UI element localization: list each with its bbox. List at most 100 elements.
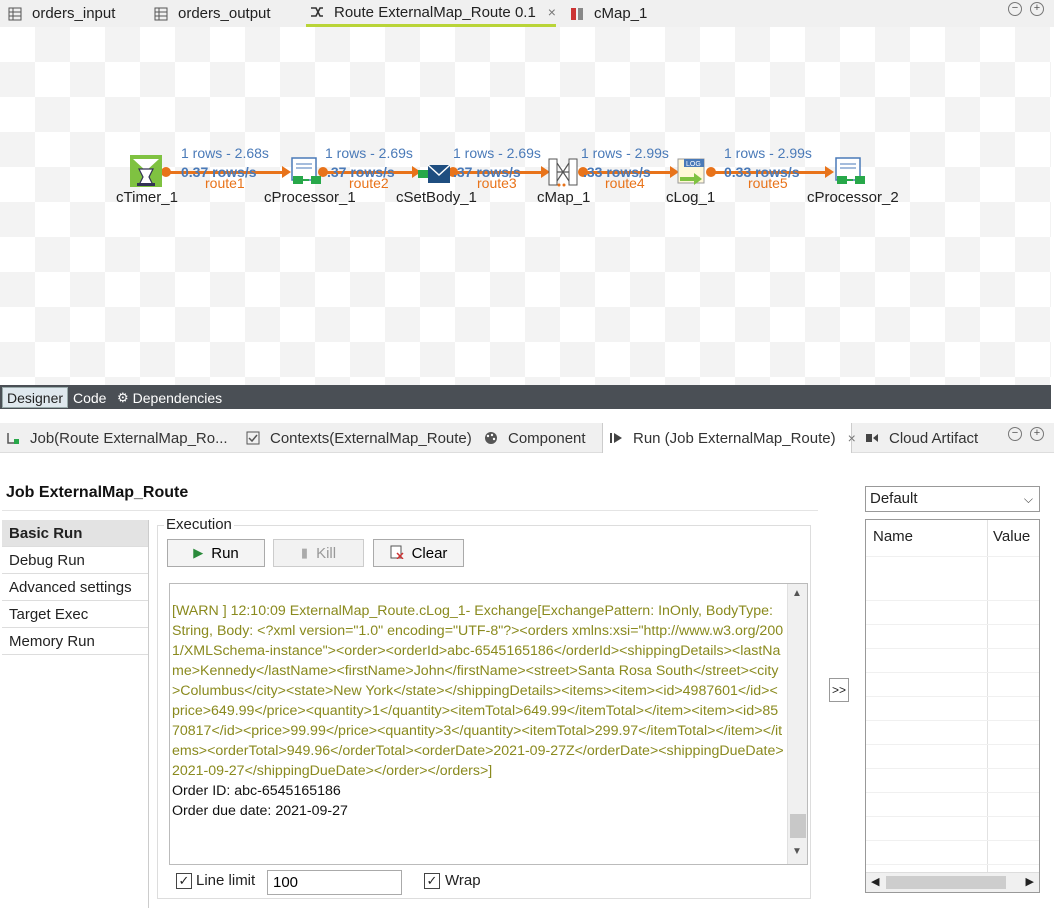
line-limit-checkbox[interactable]: ✓: [176, 873, 192, 889]
scroll-left-icon[interactable]: ◀: [871, 875, 879, 888]
maximize-icon[interactable]: +: [1030, 2, 1044, 16]
table-row: [866, 792, 1039, 793]
close-icon[interactable]: ×: [848, 430, 856, 446]
tab-label: Contexts(ExternalMap_Route): [270, 429, 472, 447]
tab-cloud-artifact[interactable]: Cloud Artifact: [865, 423, 978, 453]
kill-button[interactable]: ▮ Kill: [273, 539, 364, 567]
table-row: [866, 840, 1039, 841]
flow-rows-stat: 1 rows - 2.69s: [325, 145, 413, 161]
node-cprocessor-1[interactable]: [291, 157, 323, 191]
node-cmap[interactable]: [547, 157, 579, 193]
wrap-checkbox[interactable]: ✓: [424, 873, 440, 889]
scroll-right-icon[interactable]: ▶: [1026, 875, 1034, 888]
title-divider: [2, 510, 818, 511]
clear-button[interactable]: Clear: [373, 539, 464, 567]
close-icon[interactable]: ×: [548, 4, 556, 20]
designer-canvas[interactable]: 1 rows - 2.68s 0.37 rows/s route1 1 rows…: [0, 27, 1051, 385]
column-header-value[interactable]: Value: [993, 528, 1030, 545]
log-icon: LOG: [677, 158, 705, 185]
gear-icon: ⚙: [117, 389, 129, 405]
flow-rows-stat: 1 rows - 2.99s: [724, 145, 812, 161]
cloud-icon: [865, 431, 879, 445]
execution-label: Execution: [164, 516, 234, 533]
tab-run[interactable]: Run (Job ExternalMap_Route) ×: [602, 423, 856, 453]
scroll-down-icon[interactable]: ▼: [792, 846, 802, 857]
job-icon: [6, 431, 20, 445]
tab-contexts[interactable]: Contexts(ExternalMap_Route): [246, 423, 472, 453]
maximize-icon[interactable]: +: [1030, 427, 1044, 441]
clear-icon: [390, 545, 404, 562]
route-icon: [310, 5, 324, 19]
view-tab-bar: Job(Route ExternalMap_Ro... Contexts(Ext…: [0, 423, 1054, 453]
map-icon: [570, 7, 584, 21]
button-label: Run: [211, 544, 239, 562]
tab-job[interactable]: Job(Route ExternalMap_Ro...: [6, 423, 228, 453]
console-text: [WARN ] 12:10:09 ExternalMap_Route.cLog_…: [172, 601, 784, 821]
column-divider: [987, 520, 988, 875]
node-label: cProcessor_2: [807, 189, 899, 206]
editor-tab-label: Route ExternalMap_Route 0.1: [334, 3, 536, 21]
editor-tab-label: orders_input: [32, 5, 116, 22]
table-row: [866, 556, 1039, 557]
console-output[interactable]: [WARN ] 12:10:09 ExternalMap_Route.cLog_…: [169, 583, 808, 865]
tab-dependencies[interactable]: ⚙ Dependencies: [113, 387, 226, 408]
processor-icon: [291, 157, 321, 184]
menu-target-exec[interactable]: Target Exec: [2, 601, 148, 628]
wrap-label: Wrap: [445, 872, 481, 889]
console-order-id: Order ID: abc-6545165186: [172, 783, 341, 799]
run-button[interactable]: ▶ Run: [167, 539, 265, 567]
editor-tab-orders-output[interactable]: orders_output: [154, 0, 271, 27]
route-label: route5: [748, 175, 788, 191]
table-row: [866, 600, 1039, 601]
table-row: [866, 624, 1039, 625]
column-header-name[interactable]: Name: [873, 528, 913, 545]
console-warn-line: [WARN ] 12:10:09 ExternalMap_Route.cLog_…: [172, 603, 784, 779]
tab-designer[interactable]: Designer: [2, 387, 69, 408]
flow-arrow: [825, 166, 834, 178]
route-label: route3: [477, 175, 517, 191]
menu-advanced-settings[interactable]: Advanced settings: [2, 574, 148, 601]
scroll-up-icon[interactable]: ▲: [792, 588, 802, 599]
context-hscrollbar[interactable]: ◀ ▶: [866, 872, 1039, 892]
table-row: [866, 696, 1039, 697]
route-label: route1: [205, 175, 245, 191]
node-cprocessor-2[interactable]: [835, 157, 867, 191]
envelope-icon: [418, 164, 451, 183]
job-title: Job ExternalMap_Route: [6, 484, 189, 501]
tab-component[interactable]: Component: [484, 423, 586, 453]
processor-icon: [835, 157, 865, 184]
menu-debug-run[interactable]: Debug Run: [2, 547, 148, 574]
table-row: [866, 864, 1039, 865]
svg-text:LOG: LOG: [686, 161, 701, 168]
node-clog[interactable]: LOG: [676, 157, 708, 191]
node-label: cMap_1: [537, 189, 591, 206]
editor-tab-route[interactable]: Route ExternalMap_Route 0.1 ×: [306, 0, 556, 27]
context-table[interactable]: Name Value ◀ ▶: [865, 519, 1040, 893]
checklist-icon: [246, 431, 260, 445]
node-label: cLog_1: [666, 189, 716, 206]
menu-basic-run[interactable]: Basic Run: [2, 520, 148, 547]
context-select[interactable]: Default ⌵: [865, 486, 1040, 512]
tab-label: Run (Job ExternalMap_Route): [633, 429, 836, 447]
scroll-thumb[interactable]: [886, 876, 1006, 889]
line-limit-input[interactable]: [267, 870, 402, 895]
minimize-icon[interactable]: −: [1008, 2, 1022, 16]
editor-tab-orders-input[interactable]: orders_input: [8, 0, 115, 27]
designer-tab-bar: Designer Code ⚙ Dependencies: [0, 385, 1051, 409]
tab-code[interactable]: Code: [69, 387, 110, 408]
node-ctimer[interactable]: [130, 155, 162, 191]
stop-icon: ▮: [300, 545, 309, 560]
context-select-value: Default: [870, 490, 918, 507]
tab-label: Component: [508, 429, 586, 447]
flow-rows-stat: 1 rows - 2.69s: [453, 145, 541, 161]
editor-tab-cmap[interactable]: cMap_1: [570, 0, 647, 27]
button-label: Kill: [316, 544, 337, 562]
node-csetbody[interactable]: [418, 161, 452, 191]
menu-memory-run[interactable]: Memory Run: [2, 628, 148, 655]
chevron-down-icon: ⌵: [1023, 492, 1033, 506]
console-scrollbar[interactable]: ▲ ▼: [787, 584, 807, 864]
scroll-thumb[interactable]: [790, 814, 806, 838]
expand-context-button[interactable]: >>: [829, 678, 849, 702]
minimize-icon[interactable]: −: [1008, 427, 1022, 441]
tab-label: Job(Route ExternalMap_Ro...: [30, 429, 228, 447]
